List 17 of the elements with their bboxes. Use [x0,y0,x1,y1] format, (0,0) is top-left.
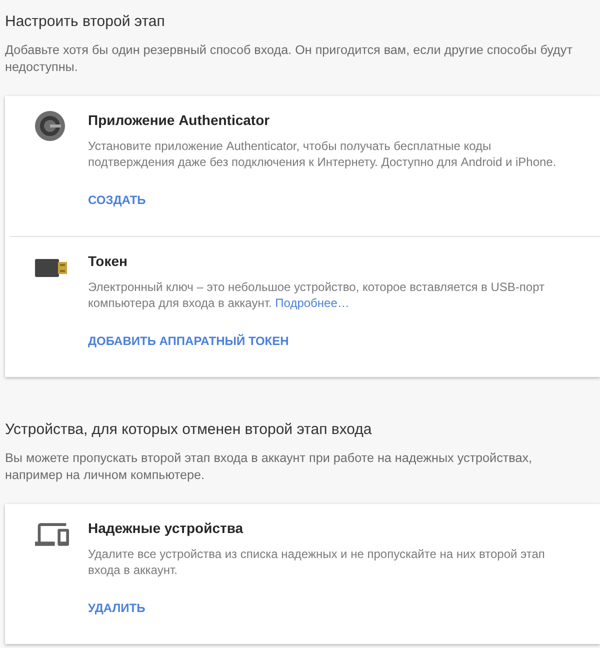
app-logo-icon [35,111,65,141]
option-description: Электронный ключ – это небольшое устройство, которое вставляется в USB-порт компьютера для входа в аккаунт. Подробнее… [88,279,546,311]
action-button[interactable]: СОЗДАТЬ [88,192,146,208]
action-button[interactable]: ДОБАВИТЬ АППАРАТНЫЙ ТОКЕН [88,333,289,349]
option-title: Токен [88,252,128,271]
option-description: Установите приложение Authenticator, чтобы получать бесплатные коды подтверждения даже без подключения к Интернету. Доступно для Android и iPhone. [88,138,558,170]
section-title: Настроить второй этап [5,12,166,32]
option-title: Приложение Authenticator [88,111,270,130]
usb-key-icon [35,259,67,277]
laptop-phone-icon [35,523,69,546]
option-title: Надежные устройства [88,519,244,538]
section-description: Добавьте хотя бы один резервный способ входа. Он пригодится вам, если другие способы будут недоступны. [5,42,574,76]
section-description: Вы можете пропускать второй этап входа в аккаунт при работе на надежных устройствах, например на личном компьютере. [5,450,533,484]
option-description: Удалите все устройства из списка надежных и не пропускайте на них второй этап входа в аккаунт. [88,546,546,578]
action-button[interactable]: УДАЛИТЬ [88,600,146,616]
section-title: Устройства, для которых отменен второй этап входа [5,420,373,440]
learn-more-link[interactable]: Подробнее… [275,296,350,310]
